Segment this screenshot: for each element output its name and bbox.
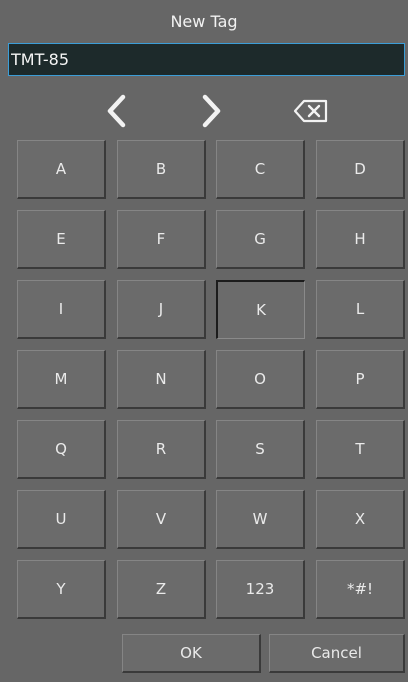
ok-button[interactable]: OK (122, 634, 261, 673)
key-button[interactable]: H (316, 210, 405, 269)
backspace-button[interactable] (288, 90, 334, 132)
key-button[interactable]: N (117, 350, 206, 409)
key-button-pressed[interactable]: K (216, 280, 305, 339)
key-button[interactable]: D (316, 140, 405, 199)
key-button[interactable]: L (316, 280, 405, 339)
cancel-button[interactable]: Cancel (269, 634, 405, 673)
key-button[interactable]: C (216, 140, 305, 199)
key-button[interactable]: F (117, 210, 206, 269)
key-button[interactable]: J (117, 280, 206, 339)
key-button[interactable]: T (316, 420, 405, 479)
backspace-icon (293, 99, 328, 123)
cursor-left-button[interactable] (97, 90, 137, 132)
key-button[interactable]: R (117, 420, 206, 479)
key-button[interactable]: B (117, 140, 206, 199)
tag-name-input[interactable] (8, 43, 405, 76)
dialog-title: New Tag (170, 12, 238, 31)
key-button[interactable]: I (17, 280, 106, 339)
key-button[interactable]: Z (117, 560, 206, 619)
key-button[interactable]: Y (17, 560, 106, 619)
key-button[interactable]: G (216, 210, 305, 269)
key-button[interactable]: S (216, 420, 305, 479)
symbols-mode-button[interactable]: *#! (316, 560, 405, 619)
chevron-right-icon (202, 94, 221, 128)
key-button[interactable]: O (216, 350, 305, 409)
numbers-mode-button[interactable]: 123 (216, 560, 305, 619)
cursor-right-button[interactable] (191, 90, 231, 132)
key-button[interactable]: V (117, 490, 206, 549)
key-button[interactable]: W (216, 490, 305, 549)
key-button[interactable]: A (17, 140, 106, 199)
chevron-left-icon (107, 94, 126, 128)
new-tag-dialog: New Tag A B C D E F G H I J K L M N O P (0, 0, 408, 682)
key-button[interactable]: U (17, 490, 106, 549)
key-button[interactable]: E (17, 210, 106, 269)
key-button[interactable]: Q (17, 420, 106, 479)
key-button[interactable]: P (316, 350, 405, 409)
key-button[interactable]: X (316, 490, 405, 549)
key-button[interactable]: M (17, 350, 106, 409)
